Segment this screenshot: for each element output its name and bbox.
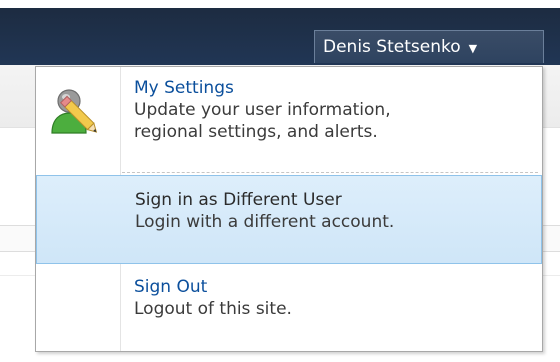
- user-name: Denis Stetsenko: [323, 37, 461, 57]
- user-dropdown-menu: My Settings Update your user information…: [35, 66, 543, 352]
- chevron-down-icon: ▼: [468, 41, 478, 55]
- menu-item-sign-out[interactable]: Sign Out Logout of this site.: [36, 265, 542, 351]
- menu-item-description: Logout of this site.: [134, 299, 292, 319]
- menu-divider: [122, 172, 538, 173]
- menu-item-text: My Settings Update your user information…: [134, 77, 391, 143]
- menu-item-text: Sign Out Logout of this site.: [134, 276, 292, 320]
- menu-item-description: regional settings, and alerts.: [134, 122, 378, 142]
- menu-item-description: Update your user information,: [134, 100, 391, 120]
- menu-item-title: Sign Out: [134, 277, 208, 297]
- menu-item-description: Login with a different account.: [135, 212, 395, 232]
- menu-item-text: Sign in as Different User Login with a d…: [135, 189, 394, 233]
- top-edge: [0, 0, 560, 8]
- user-settings-icon: [51, 89, 98, 134]
- user-menu-button[interactable]: Denis Stetsenko ▼: [314, 30, 544, 63]
- menu-item-sign-in-different-user[interactable]: Sign in as Different User Login with a d…: [36, 175, 542, 264]
- menu-item-title: Sign in as Different User: [135, 190, 342, 210]
- menu-item-my-settings[interactable]: My Settings Update your user information…: [36, 67, 542, 173]
- menu-item-title: My Settings: [134, 78, 234, 98]
